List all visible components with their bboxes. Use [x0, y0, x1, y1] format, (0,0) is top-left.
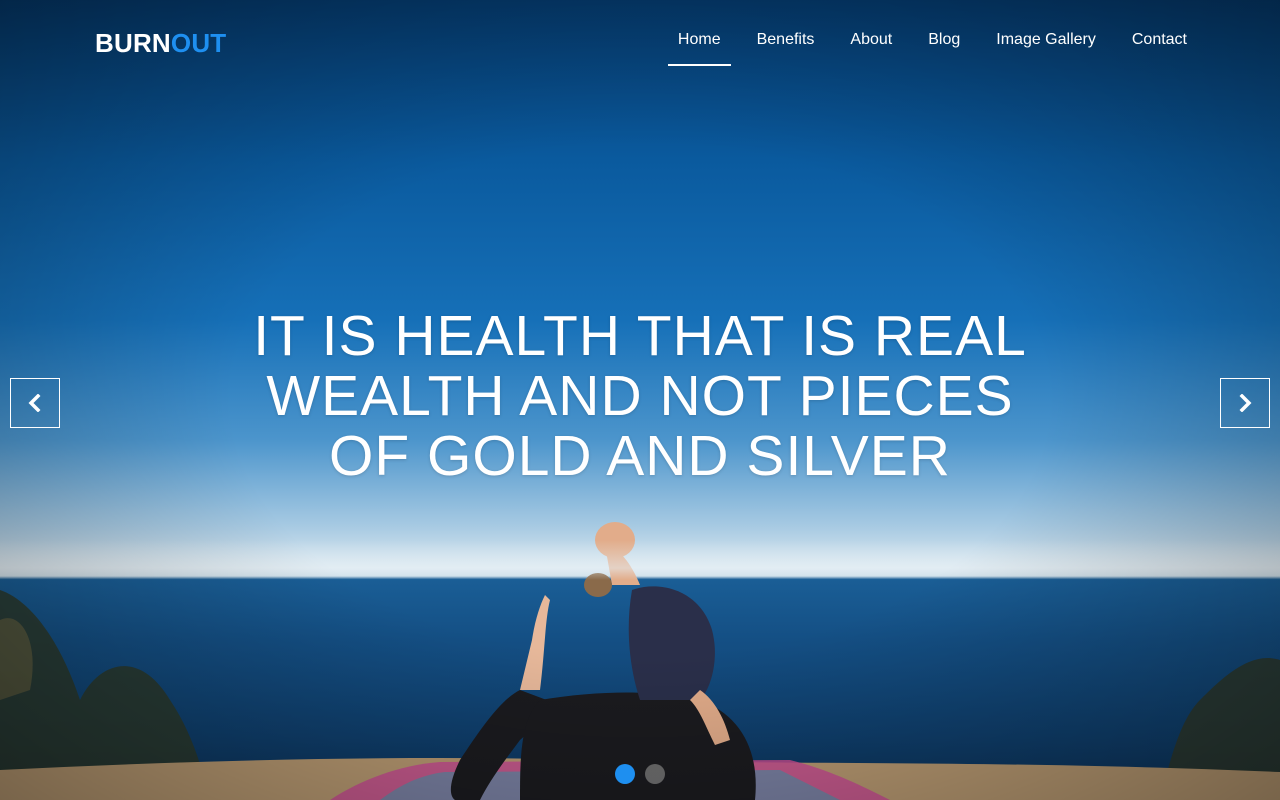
hero-headline-line: WEALTH AND NOT PIECES — [266, 364, 1014, 428]
navbar: BURNOUT Home Benefits About Blog Image G… — [0, 0, 1280, 86]
nav-item-blog[interactable]: Blog — [910, 0, 978, 66]
nav-item-about[interactable]: About — [832, 0, 910, 66]
hero-headline-line: OF GOLD AND SILVER — [329, 424, 951, 488]
brand-logo[interactable]: BURNOUT — [95, 28, 226, 59]
brand-logo-part1: BURN — [95, 28, 171, 58]
nav-item-benefits[interactable]: Benefits — [739, 0, 833, 66]
nav-item-contact[interactable]: Contact — [1114, 0, 1205, 66]
nav-item-home[interactable]: Home — [660, 0, 739, 66]
nav-item-image-gallery[interactable]: Image Gallery — [978, 0, 1114, 66]
brand-logo-part2: OUT — [170, 28, 227, 58]
hero-carousel: BURNOUT Home Benefits About Blog Image G… — [0, 0, 1280, 800]
chevron-left-icon — [28, 394, 41, 412]
carousel-prev-button[interactable] — [10, 378, 60, 428]
carousel-indicator-1[interactable] — [615, 764, 635, 784]
horizon-glow — [0, 540, 1280, 580]
carousel-next-button[interactable] — [1220, 378, 1270, 428]
main-nav: Home Benefits About Blog Image Gallery C… — [660, 0, 1205, 66]
carousel-indicators — [615, 764, 665, 784]
hero-headline-line: IT IS HEALTH THAT IS REAL — [253, 304, 1027, 368]
carousel-indicator-2[interactable] — [645, 764, 665, 784]
chevron-right-icon — [1239, 394, 1252, 412]
hero-headline: IT IS HEALTH THAT IS REAL WEALTH AND NOT… — [240, 306, 1040, 486]
